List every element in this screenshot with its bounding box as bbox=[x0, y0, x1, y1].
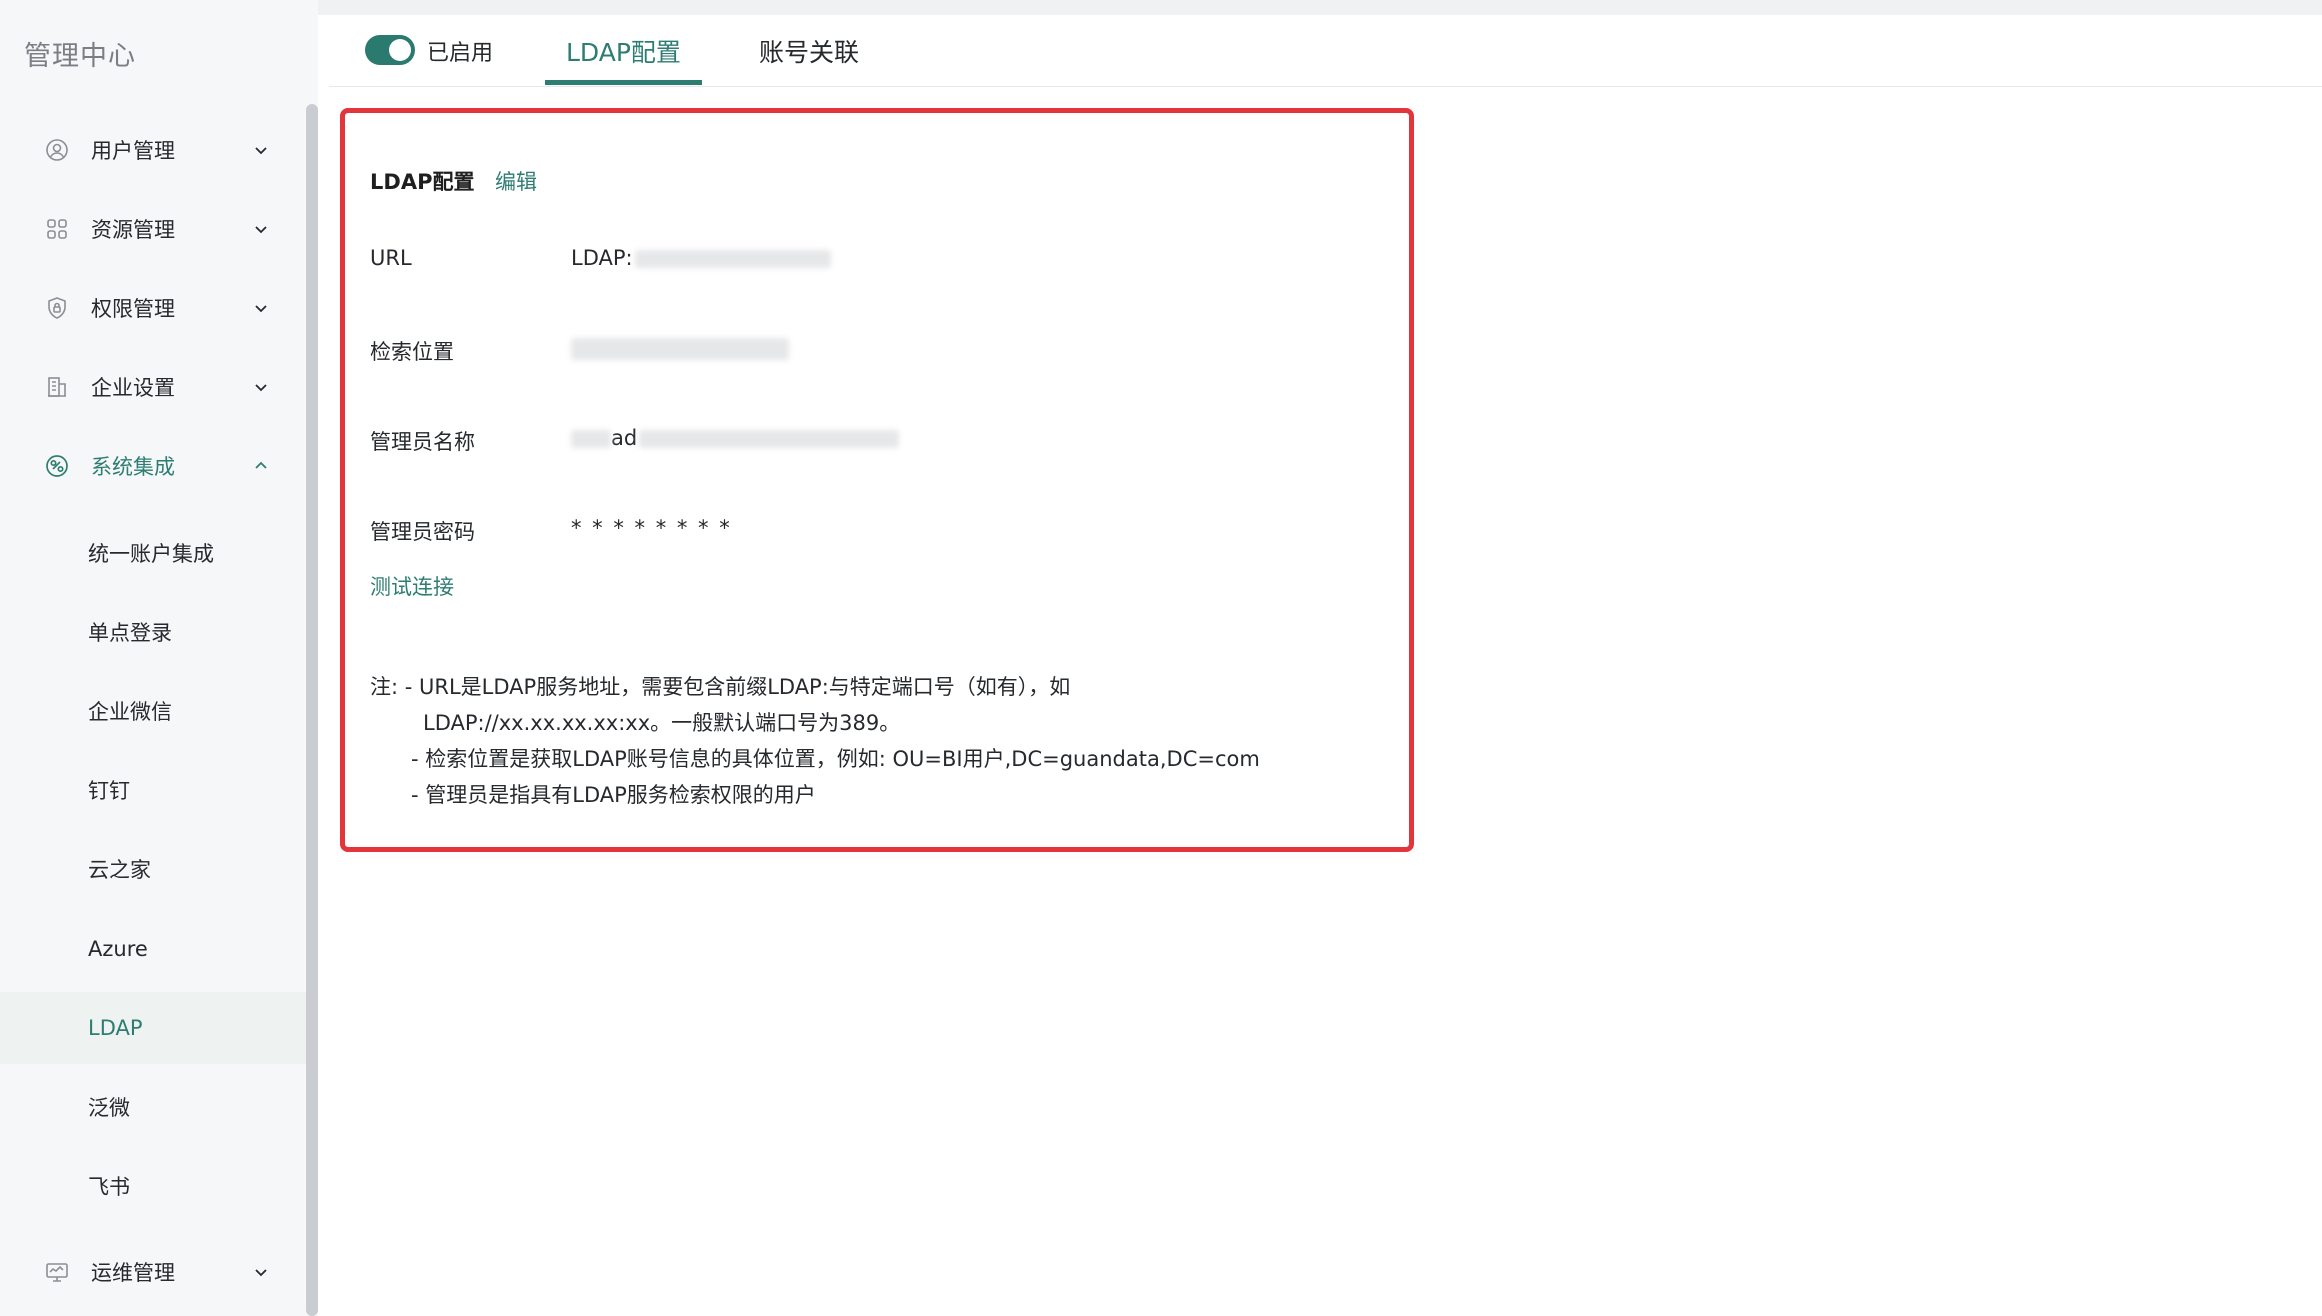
sidebar-item-label: 钉钉 bbox=[88, 779, 130, 803]
chevron-down-icon bbox=[250, 297, 272, 319]
sidebar-item-label: Azure bbox=[88, 937, 148, 961]
field-label-search-base: 检索位置 bbox=[370, 340, 454, 364]
redacted-block bbox=[634, 250, 831, 268]
sidebar-group-label: 权限管理 bbox=[91, 297, 175, 321]
test-connection-link[interactable]: 测试连接 bbox=[370, 571, 454, 601]
sidebar-item-label: 单点登录 bbox=[88, 621, 172, 645]
sidebar-group-ops-management[interactable]: 运维管理 bbox=[0, 1242, 300, 1302]
integration-icon bbox=[44, 453, 70, 479]
note-line: - 管理员是指具有LDAP服务检索权限的用户 bbox=[411, 783, 816, 807]
sidebar-group-label: 运维管理 bbox=[91, 1261, 175, 1285]
sidebar-item-yunzhijia[interactable]: 云之家 bbox=[0, 833, 306, 905]
enable-toggle[interactable] bbox=[365, 35, 415, 65]
sidebar-group-label: 用户管理 bbox=[91, 139, 175, 163]
note-line: 注: - URL是LDAP服务地址，需要包含前缀LDAP:与特定端口号（如有），… bbox=[370, 675, 1071, 699]
building-icon bbox=[44, 374, 70, 400]
field-label-url: URL bbox=[370, 246, 412, 270]
field-value-search-base bbox=[571, 336, 789, 360]
chevron-down-icon bbox=[250, 139, 272, 161]
shield-icon bbox=[44, 295, 70, 321]
sidebar-item-dingtalk[interactable]: 钉钉 bbox=[0, 754, 306, 826]
admin-name-value-text: ad bbox=[611, 426, 638, 450]
sidebar-group-enterprise-settings[interactable]: 企业设置 bbox=[0, 357, 300, 417]
field-value-admin-password: * * * * * * * * bbox=[571, 516, 732, 540]
redacted-block bbox=[639, 430, 900, 448]
sidebar-item-wecom[interactable]: 企业微信 bbox=[0, 675, 306, 747]
sidebar-item-label: 统一账户集成 bbox=[88, 542, 214, 566]
sidebar-group-label: 企业设置 bbox=[91, 376, 175, 400]
tab-bar: 已启用 LDAP配置 账号关联 bbox=[329, 15, 2322, 87]
panel-title: LDAP配置 bbox=[370, 170, 475, 194]
top-strip bbox=[0, 0, 2322, 15]
sidebar-item-label: 企业微信 bbox=[88, 700, 172, 724]
sidebar-item-sso[interactable]: 单点登录 bbox=[0, 596, 306, 668]
sidebar-group-system-integration[interactable]: 系统集成 bbox=[0, 436, 300, 496]
toggle-knob bbox=[389, 39, 411, 61]
sidebar: 管理中心 用户管理 资源管理 权限管理 企业设置 系统集成 统一账户集成 单点登… bbox=[0, 0, 318, 1316]
monitor-icon bbox=[44, 1259, 70, 1285]
sidebar-group-user-management[interactable]: 用户管理 bbox=[0, 120, 300, 180]
sidebar-group-label: 资源管理 bbox=[91, 218, 175, 242]
redacted-block bbox=[571, 338, 789, 360]
field-label-admin-password: 管理员密码 bbox=[370, 520, 475, 544]
sidebar-item-label: 泛微 bbox=[88, 1096, 130, 1120]
redacted-block bbox=[571, 430, 611, 448]
field-label-admin-name: 管理员名称 bbox=[370, 430, 475, 454]
sidebar-item-label: 云之家 bbox=[88, 858, 151, 882]
sidebar-group-resource-management[interactable]: 资源管理 bbox=[0, 199, 300, 259]
sidebar-item-ldap[interactable]: LDAP bbox=[0, 992, 306, 1064]
app-title: 管理中心 bbox=[24, 41, 136, 72]
sidebar-item-feishu[interactable]: 飞书 bbox=[0, 1150, 306, 1222]
active-tab-indicator bbox=[545, 80, 702, 85]
edit-link[interactable]: 编辑 bbox=[495, 166, 537, 196]
chevron-down-icon bbox=[250, 376, 272, 398]
chevron-down-icon bbox=[250, 218, 272, 240]
sidebar-group-permission-management[interactable]: 权限管理 bbox=[0, 278, 300, 338]
url-value-text: LDAP: bbox=[571, 246, 633, 270]
sidebar-item-unified-account[interactable]: 统一账户集成 bbox=[0, 517, 306, 589]
sidebar-group-label: 系统集成 bbox=[91, 455, 175, 479]
sidebar-item-label: LDAP bbox=[88, 1016, 143, 1040]
field-value-admin-name: ad bbox=[571, 426, 900, 450]
tab-ldap-config[interactable]: LDAP配置 bbox=[566, 33, 681, 69]
sidebar-item-label: 飞书 bbox=[88, 1175, 130, 1199]
user-icon bbox=[44, 137, 70, 163]
sidebar-item-azure[interactable]: Azure bbox=[0, 913, 306, 985]
tab-account-link[interactable]: 账号关联 bbox=[759, 33, 859, 69]
sidebar-scrollbar[interactable] bbox=[306, 104, 318, 1316]
chevron-up-icon bbox=[250, 455, 272, 477]
field-value-url: LDAP: bbox=[571, 246, 831, 270]
chevron-down-icon bbox=[250, 1261, 272, 1283]
note-line: LDAP://xx.xx.xx.xx:xx。一般默认端口号为389。 bbox=[423, 711, 901, 735]
note-line: - 检索位置是获取LDAP账号信息的具体位置，例如: OU=BI用户,DC=gu… bbox=[411, 747, 1260, 771]
grid-icon bbox=[44, 216, 70, 242]
sidebar-item-weaver[interactable]: 泛微 bbox=[0, 1071, 306, 1143]
toggle-label: 已启用 bbox=[427, 41, 494, 66]
ldap-config-panel: LDAP配置 编辑 URL LDAP: 检索位置 管理员名称 ad 管理员密码 … bbox=[340, 108, 1414, 852]
